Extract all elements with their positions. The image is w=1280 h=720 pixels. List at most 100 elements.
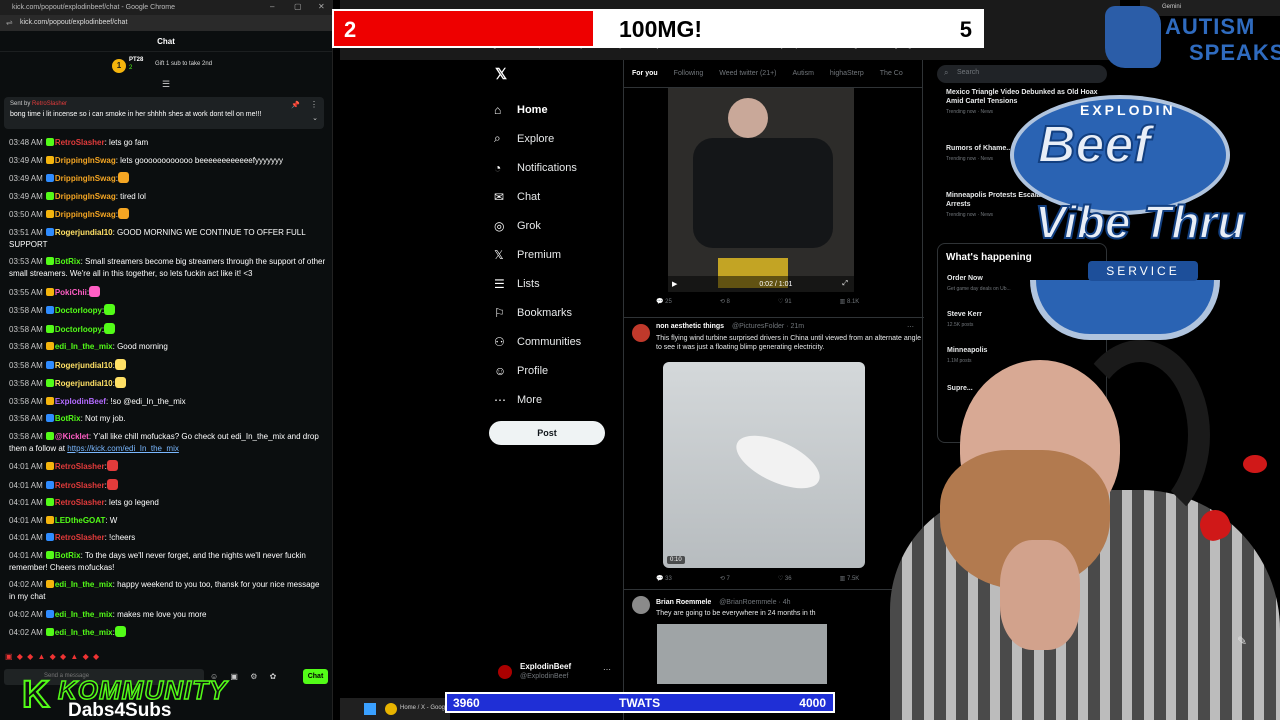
reply-count[interactable]: 💬 25 [656,299,696,305]
emote-row[interactable]: ▣ ◆ ◆ ▲ ◆ ◆ ▲ ◆ ◆ [5,652,100,661]
message-user[interactable]: edi_In_the_mix [55,628,113,637]
settings-icon[interactable]: ⚙ [250,672,257,681]
message-user[interactable]: RetroSlasher [55,138,105,147]
repost-count[interactable]: ⟲ 8 [720,299,754,305]
more-options-icon[interactable]: ⋮ [310,100,318,109]
message-time: 04:01 AM [9,515,43,525]
message-user[interactable]: RetroSlasher [55,498,105,507]
filter-icon[interactable]: ☰ [162,79,170,90]
feed-tab[interactable]: Autism [793,70,814,77]
message-user[interactable]: Doctorloopy [55,325,102,334]
views-count[interactable]: ▥ 8.1K [840,299,884,305]
message-user[interactable]: DrippingInSwag [55,192,116,201]
emote-icon[interactable]: ✿ [270,672,277,681]
message-user[interactable]: Rogerjundial10 [55,228,113,237]
feed-tab[interactable]: For you [632,70,658,77]
like-count[interactable]: ♡ 91 [778,299,816,305]
gift-text[interactable]: Gift 1 sub to take 2nd [155,61,212,67]
reply-count[interactable]: 💬 33 [656,576,696,582]
close-icon[interactable]: ✕ [318,2,325,11]
message-user[interactable]: BotRix [55,551,81,560]
post-button[interactable]: Post [489,421,605,445]
search-input[interactable]: ⌕ Search [937,65,1107,83]
message-user[interactable]: RetroSlasher [55,481,105,490]
chat-message-list[interactable]: 03:48 AM RetroSlasher: lets go fam 03:49 A… [9,137,327,645]
nav-item-explore[interactable]: ⌕ Explore [494,124,581,153]
message-user[interactable]: Doctorloopy [55,306,102,315]
more-icon[interactable]: ⋯ [907,323,914,331]
url-bar[interactable]: ⇌ kick.com/popout/explodinbeef/chat [0,15,332,31]
repost-count[interactable]: ⟲ 7 [720,576,754,582]
message-user[interactable]: RetroSlasher [55,462,105,471]
message-user[interactable]: edi_In_the_mix [55,580,113,589]
nav-item-more[interactable]: ⋯ More [494,386,581,415]
message-user[interactable]: edi_In_the_mix [55,610,113,619]
emote-icon [114,377,126,388]
nav-item-premium[interactable]: 𝕏 Premium [494,240,581,269]
more-icon[interactable]: ⋯ [603,665,611,674]
home-icon: ⌂ [494,102,502,117]
message-user[interactable]: DrippingInSwag [55,174,116,183]
chat-send-button[interactable]: Chat [303,669,328,684]
nav-item-bookmarks[interactable]: ⚐ Bookmarks [494,299,581,328]
feed-tab[interactable]: highaSterp [830,70,864,77]
maximize-icon[interactable]: ▢ [294,2,302,11]
message-time: 04:01 AM [9,462,43,471]
windows-start-icon[interactable] [364,703,376,715]
nav-item-profile[interactable]: ☺ Profile [494,357,581,386]
feed-tab[interactable]: Weed twitter (21+) [719,70,776,77]
badge-icon [45,580,54,588]
message-user[interactable]: DrippingInSwag [55,156,116,165]
nav-item-notifications[interactable]: ◔ Notifications [494,153,581,182]
nav-item-lists[interactable]: ☰ Lists [494,270,581,299]
views-count[interactable]: ▥ 7.5K [840,576,884,582]
message-link[interactable]: https://kick.com/edi_In_the_mix [67,444,179,453]
heart-icon [1243,455,1267,473]
nav-item-grok[interactable]: ◎ Grok [494,211,581,240]
minimize-icon[interactable]: – [270,2,274,11]
x-logo-icon[interactable]: 𝕏 [495,65,507,83]
like-count[interactable]: ♡ 36 [778,576,816,582]
message-user[interactable]: DrippingInSwag [55,210,116,219]
message-user[interactable]: BotRix [55,257,81,266]
tweet-image[interactable] [657,624,827,684]
account-handle: @ExplodinBeef [520,673,569,680]
badge-icon [45,480,54,489]
tweet-author[interactable]: non aesthetic things [656,323,724,330]
nav-item-home[interactable]: ⌂ Home [494,95,581,124]
message-user[interactable]: BotRix [55,414,81,423]
message-time: 03:58 AM [9,306,43,315]
goal-counter-bottom: 3960 TWATS 4000 [445,692,835,713]
avatar[interactable] [632,324,650,342]
avatar[interactable] [632,596,650,614]
message-user[interactable]: RetroSlasher [55,533,105,542]
message-user[interactable]: ExplodinBeef [55,397,106,406]
message-user[interactable]: Rogerjundial10 [55,379,113,388]
taskbar: Home / X - Goog [340,698,450,720]
tweet-author[interactable]: Brian Roemmele [656,599,711,606]
play-icon[interactable]: ▶ [672,281,677,288]
edit-icon[interactable]: ✎ [1237,634,1247,648]
chrome-icon[interactable] [385,703,397,715]
nav-item-communities[interactable]: ⚇ Communities [494,328,581,357]
chat-message: 04:01 AM RetroSlasher: [9,460,327,473]
feed-tab[interactable]: The Co [880,70,903,77]
message-user[interactable]: Rogerjundial10 [55,361,113,370]
message-user[interactable]: LEDtheGOAT [55,516,106,525]
message-text: : lets goooooooooooo beeeeeeeeeeeefyyyyy… [115,155,283,165]
chevron-down-icon[interactable]: ⌄ [312,114,318,122]
nav-item-chat[interactable]: ✉ Chat [494,182,581,211]
tweet-video[interactable]: 0:10 [663,362,865,568]
communities-icon: ⚇ [494,335,505,350]
message-user[interactable]: PokiChii [55,288,87,297]
pin-icon[interactable]: 📌 [291,101,300,109]
tweet-video[interactable]: ▶ 0:02 / 1:01 ⤢ [668,88,854,292]
gift-icon[interactable]: ▣ [230,672,238,681]
message-user[interactable]: @Kicklet [55,432,89,441]
message-time: 03:53 AM [9,257,43,266]
explodin-beef-logo: EXPLODIN Beef Vibe Thru SERVICE [1010,95,1260,365]
message-user[interactable]: edi_In_the_mix [55,342,113,351]
feed-tab[interactable]: Following [674,70,704,77]
site-settings-icon[interactable]: ⇌ [6,18,13,27]
fullscreen-icon[interactable]: ⤢ [842,280,848,288]
